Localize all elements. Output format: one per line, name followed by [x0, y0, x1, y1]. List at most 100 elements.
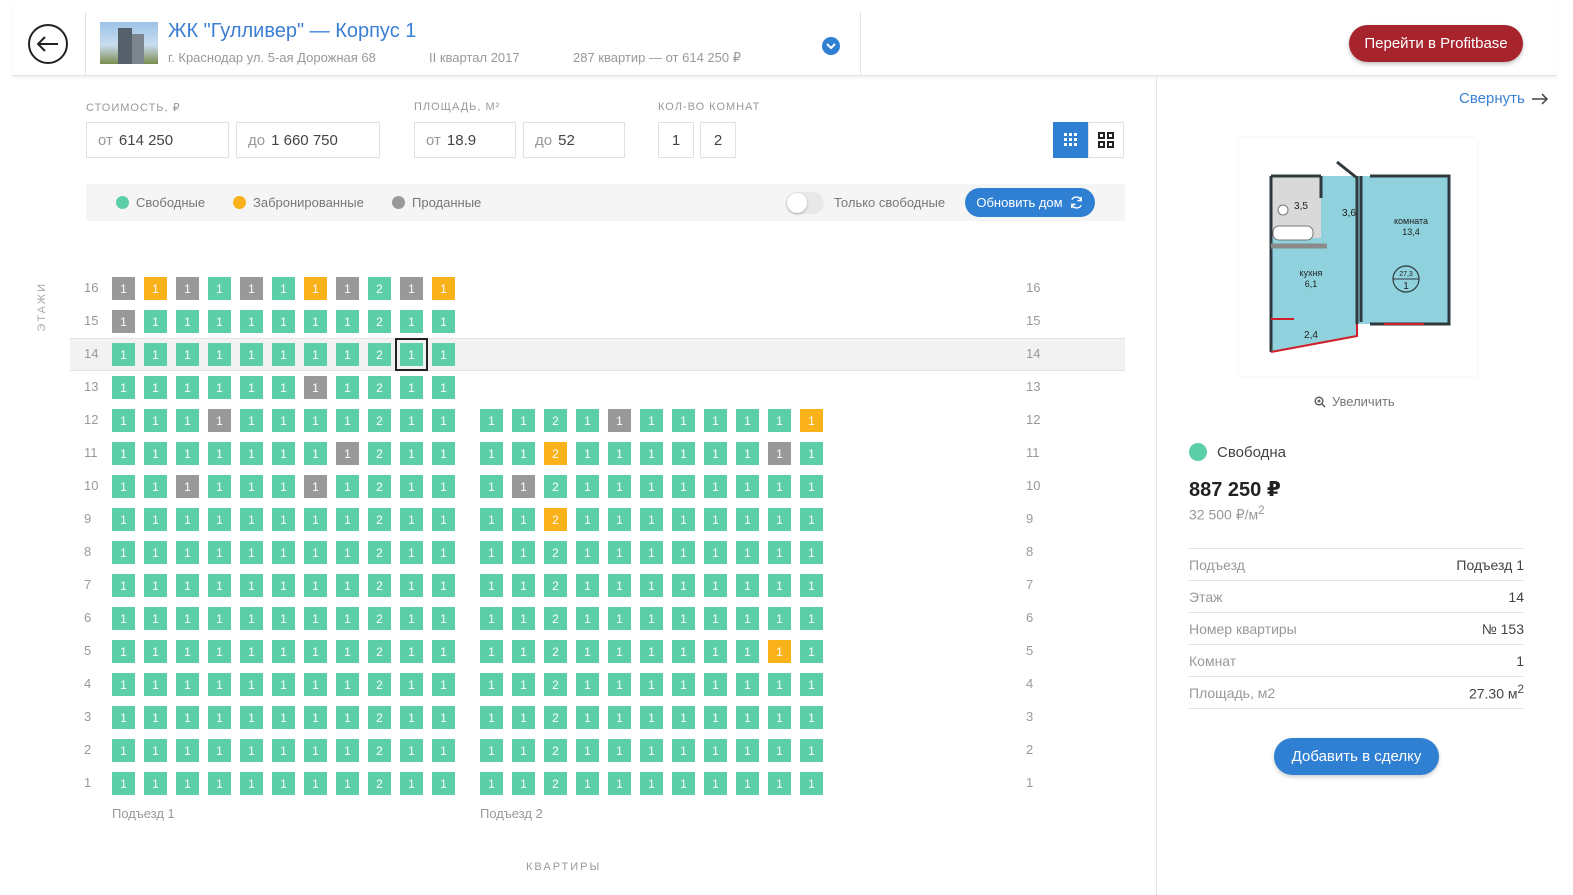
- apartment-cell[interactable]: 1: [304, 310, 327, 333]
- apartment-cell[interactable]: 1: [512, 607, 535, 630]
- apartment-cell[interactable]: 2: [368, 343, 391, 366]
- apartment-cell[interactable]: 1: [576, 673, 599, 696]
- apartment-cell[interactable]: 1: [480, 574, 503, 597]
- apartment-cell[interactable]: 1: [704, 475, 727, 498]
- apartment-cell[interactable]: 1: [336, 409, 359, 432]
- apartment-cell[interactable]: 1: [512, 739, 535, 762]
- apartment-cell[interactable]: 1: [400, 739, 423, 762]
- apartment-cell[interactable]: 1: [736, 475, 759, 498]
- apartment-cell[interactable]: 1: [768, 673, 791, 696]
- apartment-cell[interactable]: 1: [176, 706, 199, 729]
- apartment-cell[interactable]: 1: [432, 607, 455, 630]
- apartment-cell[interactable]: 1: [800, 541, 823, 564]
- apartment-cell[interactable]: 1: [144, 310, 167, 333]
- apartment-cell[interactable]: 1: [432, 475, 455, 498]
- apartment-cell[interactable]: 2: [544, 772, 567, 795]
- zoom-link[interactable]: Увеличить: [1314, 394, 1395, 409]
- apartment-cell[interactable]: 1: [240, 343, 263, 366]
- apartment-cell[interactable]: 1: [672, 541, 695, 564]
- apartment-cell[interactable]: 1: [176, 310, 199, 333]
- apartment-cell[interactable]: 1: [608, 574, 631, 597]
- apartment-cell[interactable]: 1: [480, 772, 503, 795]
- apartment-cell[interactable]: 2: [368, 574, 391, 597]
- apartment-cell[interactable]: 1: [512, 640, 535, 663]
- apartment-cell[interactable]: 1: [176, 343, 199, 366]
- apartment-cell[interactable]: 1: [272, 739, 295, 762]
- collapse-link[interactable]: Свернуть: [1459, 90, 1549, 107]
- apartment-cell[interactable]: 1: [272, 409, 295, 432]
- apartment-cell[interactable]: 1: [304, 640, 327, 663]
- apartment-cell[interactable]: 1: [336, 541, 359, 564]
- apartment-cell[interactable]: 1: [112, 706, 135, 729]
- apartment-cell[interactable]: 1: [304, 442, 327, 465]
- apartment-cell[interactable]: 1: [336, 442, 359, 465]
- apartment-cell[interactable]: 1: [608, 409, 631, 432]
- apartment-cell[interactable]: 2: [368, 409, 391, 432]
- apartment-cell[interactable]: 1: [304, 376, 327, 399]
- apartment-cell[interactable]: 1: [240, 277, 263, 300]
- apartment-cell[interactable]: 2: [368, 442, 391, 465]
- apartment-cell[interactable]: 1: [672, 442, 695, 465]
- apartment-cell[interactable]: 1: [144, 574, 167, 597]
- apartment-cell[interactable]: 1: [336, 673, 359, 696]
- apartment-cell[interactable]: 1: [608, 772, 631, 795]
- apartment-cell[interactable]: 2: [544, 442, 567, 465]
- grid-view-button[interactable]: [1053, 122, 1089, 158]
- apartment-cell[interactable]: 1: [336, 508, 359, 531]
- apartment-cell[interactable]: 1: [272, 640, 295, 663]
- project-title[interactable]: ЖК "Гулливер" — Корпус 1: [168, 20, 416, 43]
- apartment-cell[interactable]: 1: [395, 338, 428, 371]
- apartment-cell[interactable]: 1: [480, 541, 503, 564]
- apartment-cell[interactable]: 1: [736, 640, 759, 663]
- apartment-cell[interactable]: 1: [480, 409, 503, 432]
- apartment-cell[interactable]: 1: [576, 442, 599, 465]
- apartment-cell[interactable]: 1: [336, 343, 359, 366]
- apartment-cell[interactable]: 1: [336, 607, 359, 630]
- apartment-cell[interactable]: 1: [112, 508, 135, 531]
- apartment-cell[interactable]: 1: [240, 475, 263, 498]
- apartment-cell[interactable]: 1: [432, 772, 455, 795]
- apartment-cell[interactable]: 1: [208, 475, 231, 498]
- apartment-cell[interactable]: 1: [608, 706, 631, 729]
- apartment-cell[interactable]: 1: [208, 409, 231, 432]
- apartment-cell[interactable]: 1: [208, 772, 231, 795]
- apartment-cell[interactable]: 1: [112, 376, 135, 399]
- apartment-cell[interactable]: 1: [768, 607, 791, 630]
- apartment-cell[interactable]: 1: [512, 475, 535, 498]
- apartment-cell[interactable]: 1: [608, 640, 631, 663]
- apartment-cell[interactable]: 1: [208, 607, 231, 630]
- apartment-cell[interactable]: 1: [336, 706, 359, 729]
- project-dropdown-button[interactable]: [822, 37, 840, 55]
- apartment-cell[interactable]: 1: [704, 541, 727, 564]
- apartment-cell[interactable]: 1: [432, 739, 455, 762]
- apartment-cell[interactable]: 1: [400, 673, 423, 696]
- apartment-cell[interactable]: 1: [432, 409, 455, 432]
- apartment-cell[interactable]: 1: [432, 442, 455, 465]
- apartment-cell[interactable]: 1: [576, 739, 599, 762]
- apartment-cell[interactable]: 1: [432, 673, 455, 696]
- apartment-cell[interactable]: 1: [272, 343, 295, 366]
- apartment-cell[interactable]: 1: [432, 574, 455, 597]
- area-to-input[interactable]: до 52: [523, 122, 625, 158]
- apartment-cell[interactable]: 1: [704, 640, 727, 663]
- apartment-cell[interactable]: 2: [368, 475, 391, 498]
- apartment-cell[interactable]: 1: [432, 376, 455, 399]
- apartment-cell[interactable]: 1: [576, 541, 599, 564]
- apartment-cell[interactable]: 1: [704, 772, 727, 795]
- apartment-cell[interactable]: 1: [736, 541, 759, 564]
- price-to-input[interactable]: до 1 660 750: [236, 122, 380, 158]
- apartment-cell[interactable]: 1: [208, 442, 231, 465]
- apartment-cell[interactable]: 1: [576, 607, 599, 630]
- apartment-cell[interactable]: 2: [368, 673, 391, 696]
- apartment-cell[interactable]: 1: [208, 673, 231, 696]
- apartment-cell[interactable]: 1: [144, 343, 167, 366]
- apartment-cell[interactable]: 1: [144, 772, 167, 795]
- refresh-house-button[interactable]: Обновить дом: [965, 188, 1095, 217]
- apartment-cell[interactable]: 1: [672, 772, 695, 795]
- apartment-cell[interactable]: 1: [304, 343, 327, 366]
- apartment-cell[interactable]: 2: [544, 541, 567, 564]
- apartment-cell[interactable]: 1: [400, 607, 423, 630]
- apartment-cell[interactable]: 1: [704, 706, 727, 729]
- tiles-view-button[interactable]: [1088, 122, 1124, 158]
- apartment-cell[interactable]: 1: [208, 343, 231, 366]
